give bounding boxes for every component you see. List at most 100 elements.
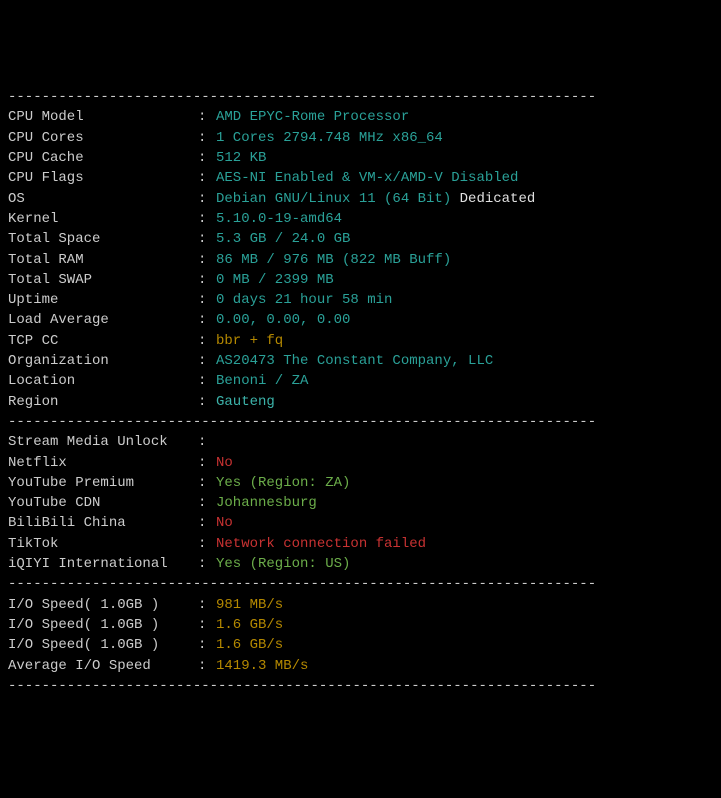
sysinfo-row: Total SWAP: 0 MB / 2399 MB <box>8 270 713 290</box>
info-label: iQIYI International <box>8 554 198 574</box>
sysinfo-row: TCP CC: bbr + fq <box>8 331 713 351</box>
info-label: Netflix <box>8 453 198 473</box>
separator: : <box>198 331 216 351</box>
info-value: Gauteng <box>216 392 713 412</box>
info-value: Benoni / ZA <box>216 371 713 391</box>
separator: : <box>198 635 216 655</box>
info-value: 1.6 GB/s <box>216 615 713 635</box>
value-segment: No <box>216 455 233 471</box>
sysinfo-row: CPU Cache: 512 KB <box>8 148 713 168</box>
separator: : <box>198 107 216 127</box>
info-value: 86 MB / 976 MB (822 MB Buff) <box>216 250 713 270</box>
info-label: Organization <box>8 351 198 371</box>
info-label: I/O Speed( 1.0GB ) <box>8 595 198 615</box>
separator: : <box>198 371 216 391</box>
info-label: TikTok <box>8 534 198 554</box>
terminal-output: ----------------------------------------… <box>8 87 713 696</box>
value-segment: 0 days 21 hour 58 min <box>216 292 392 308</box>
value-segment: 1.6 GB/s <box>216 617 283 633</box>
info-label: Load Average <box>8 310 198 330</box>
info-label: CPU Cores <box>8 128 198 148</box>
divider: ----------------------------------------… <box>8 87 713 107</box>
separator: : <box>198 656 216 676</box>
stream-row: iQIYI International: Yes (Region: US) <box>8 554 713 574</box>
divider: ----------------------------------------… <box>8 574 713 594</box>
value-segment: Benoni / ZA <box>216 373 308 389</box>
value-segment: Yes (Region: US) <box>216 556 350 572</box>
info-value: Johannesburg <box>216 493 713 513</box>
value-segment: 86 MB / 976 MB (822 MB Buff) <box>216 252 451 268</box>
separator: : <box>198 392 216 412</box>
info-label: Region <box>8 392 198 412</box>
info-value: Network connection failed <box>216 534 713 554</box>
value-segment: Debian GNU/Linux 11 (64 Bit) <box>216 191 460 207</box>
separator: : <box>198 189 216 209</box>
sysinfo-row: Kernel: 5.10.0-19-amd64 <box>8 209 713 229</box>
info-label: CPU Model <box>8 107 198 127</box>
stream-row: Netflix: No <box>8 453 713 473</box>
info-value: bbr + fq <box>216 331 713 351</box>
divider: ----------------------------------------… <box>8 676 713 696</box>
separator: : <box>198 473 216 493</box>
info-label: Uptime <box>8 290 198 310</box>
value-segment: No <box>216 515 233 531</box>
value-segment: Network connection failed <box>216 536 426 552</box>
value-segment: 1419.3 MB/s <box>216 658 308 674</box>
sysinfo-row: OS: Debian GNU/Linux 11 (64 Bit) Dedicat… <box>8 189 713 209</box>
separator: : <box>198 493 216 513</box>
separator: : <box>198 168 216 188</box>
sysinfo-row: Location: Benoni / ZA <box>8 371 713 391</box>
separator: : <box>198 615 216 635</box>
separator: : <box>198 432 216 452</box>
info-value: 0 days 21 hour 58 min <box>216 290 713 310</box>
info-value: 512 KB <box>216 148 713 168</box>
separator: : <box>198 534 216 554</box>
value-segment: Johannesburg <box>216 495 317 511</box>
stream-row: YouTube Premium: Yes (Region: ZA) <box>8 473 713 493</box>
info-label: YouTube CDN <box>8 493 198 513</box>
value-segment: AS20473 The Constant Company, LLC <box>216 353 493 369</box>
info-value: Yes (Region: US) <box>216 554 713 574</box>
info-label: Total SWAP <box>8 270 198 290</box>
info-label: Average I/O Speed <box>8 656 198 676</box>
separator: : <box>198 148 216 168</box>
info-value: AES-NI Enabled & VM-x/AMD-V Disabled <box>216 168 713 188</box>
info-value: 1419.3 MB/s <box>216 656 713 676</box>
info-label: TCP CC <box>8 331 198 351</box>
value-segment: 0.00, 0.00, 0.00 <box>216 312 350 328</box>
separator: : <box>198 250 216 270</box>
value-segment: Yes (Region: ZA) <box>216 475 350 491</box>
iospeed-row: I/O Speed( 1.0GB ): 1.6 GB/s <box>8 635 713 655</box>
sysinfo-row: Load Average: 0.00, 0.00, 0.00 <box>8 310 713 330</box>
value-segment: 1.6 GB/s <box>216 637 283 653</box>
sysinfo-row: Total RAM: 86 MB / 976 MB (822 MB Buff) <box>8 250 713 270</box>
info-label: I/O Speed( 1.0GB ) <box>8 635 198 655</box>
value-segment: 5.10.0-19-amd64 <box>216 211 342 227</box>
separator: : <box>198 351 216 371</box>
info-value: No <box>216 453 713 473</box>
value-segment: 5.3 GB / 24.0 GB <box>216 231 350 247</box>
value-segment: 1 Cores 2794.748 MHz x86_64 <box>216 130 443 146</box>
stream-row: YouTube CDN: Johannesburg <box>8 493 713 513</box>
info-label: CPU Cache <box>8 148 198 168</box>
value-segment: Gauteng <box>216 394 275 410</box>
divider: ----------------------------------------… <box>8 412 713 432</box>
value-segment: Dedicated <box>460 191 536 207</box>
value-segment: 981 MB/s <box>216 597 283 613</box>
info-label: Total Space <box>8 229 198 249</box>
stream-row: Stream Media Unlock: <box>8 432 713 452</box>
info-value: 0 MB / 2399 MB <box>216 270 713 290</box>
value-segment: bbr + fq <box>216 333 283 349</box>
value-segment: AMD EPYC-Rome Processor <box>216 109 409 125</box>
info-label: Location <box>8 371 198 391</box>
info-label: Total RAM <box>8 250 198 270</box>
sysinfo-row: CPU Cores: 1 Cores 2794.748 MHz x86_64 <box>8 128 713 148</box>
info-label: BiliBili China <box>8 513 198 533</box>
info-label: OS <box>8 189 198 209</box>
info-value: Debian GNU/Linux 11 (64 Bit) Dedicated <box>216 189 713 209</box>
info-value: 981 MB/s <box>216 595 713 615</box>
stream-row: BiliBili China: No <box>8 513 713 533</box>
info-value: 5.10.0-19-amd64 <box>216 209 713 229</box>
separator: : <box>198 513 216 533</box>
sysinfo-row: CPU Flags: AES-NI Enabled & VM-x/AMD-V D… <box>8 168 713 188</box>
